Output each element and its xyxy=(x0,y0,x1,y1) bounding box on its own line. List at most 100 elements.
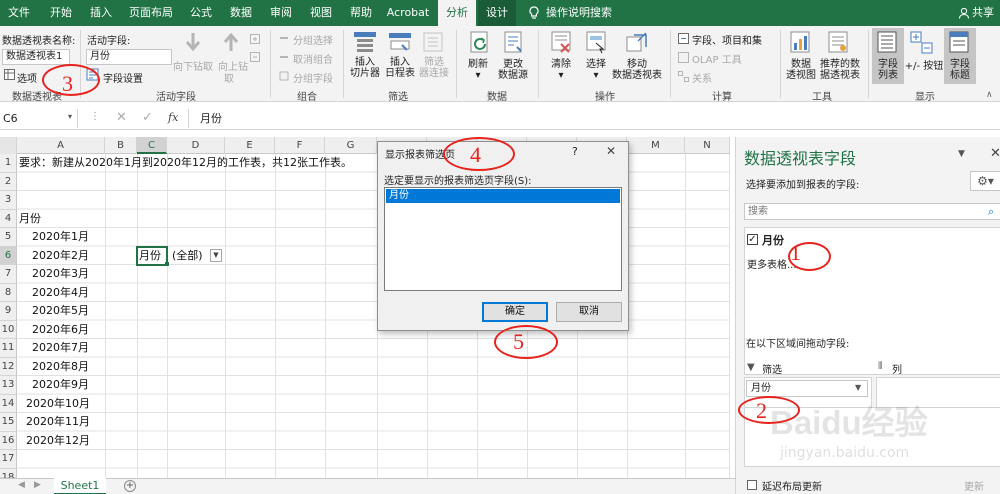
filter-field-chip[interactable]: 月份 xyxy=(746,380,868,397)
confirm-entry-icon[interactable]: ✓ xyxy=(142,110,153,125)
formula-input[interactable]: 月份 xyxy=(200,110,222,127)
tab-analyze[interactable]: 分析 xyxy=(438,0,476,27)
scroll-left-icon[interactable]: ◀ xyxy=(18,480,25,490)
filter-field-listbox[interactable]: 月份 xyxy=(384,187,622,291)
insert-slicer-button[interactable]: 插入 切片器 xyxy=(348,57,382,79)
share-button[interactable]: 共享 xyxy=(972,0,1000,26)
name-box-dropdown-icon[interactable]: ▾ xyxy=(68,112,72,121)
column-header-g[interactable]: G xyxy=(325,137,377,154)
cell-month[interactable]: 2020年6月 xyxy=(32,321,89,339)
tab-formulas[interactable]: 公式 xyxy=(184,0,218,26)
ok-button[interactable]: 确定 xyxy=(482,302,548,322)
olap-tools-button[interactable]: OLAP 工具 xyxy=(692,51,742,66)
fields-items-sets-button[interactable]: 字段、项目和集 xyxy=(692,32,762,47)
tab-home[interactable]: 开始 xyxy=(44,0,78,26)
tab-help[interactable]: 帮助 xyxy=(344,0,378,26)
move-pivot-button[interactable]: 移动 数据透视表 xyxy=(612,59,662,81)
tab-insert[interactable]: 插入 xyxy=(84,0,118,26)
cell-month[interactable]: 2020年7月 xyxy=(32,339,89,357)
cell-a1[interactable]: 要求：新建从2020年1月到2020年12月的工作表，共12张工作表。 xyxy=(19,154,352,172)
tab-file[interactable]: 文件 xyxy=(2,0,36,26)
tab-acrobat[interactable]: Acrobat xyxy=(384,0,432,26)
fill-handle[interactable] xyxy=(165,262,169,266)
row-header[interactable]: 9 xyxy=(0,302,17,321)
row-header[interactable]: 16 xyxy=(0,431,17,450)
tell-me-search[interactable]: 操作说明搜索 xyxy=(546,0,616,26)
field-settings-button[interactable]: 字段设置 xyxy=(103,70,143,85)
cell-c6[interactable]: 月份 xyxy=(139,247,161,265)
field-list-button[interactable]: 字段 列表 xyxy=(872,59,904,81)
column-header-m[interactable]: M xyxy=(627,137,685,154)
column-header-c[interactable]: C xyxy=(137,137,167,154)
relationships-button[interactable]: 关系 xyxy=(692,70,712,85)
row-header[interactable]: 10 xyxy=(0,320,17,339)
tab-data[interactable]: 数据 xyxy=(224,0,258,26)
row-header[interactable]: 15 xyxy=(0,413,17,432)
cell-month[interactable]: 2020年3月 xyxy=(32,265,89,283)
row-header[interactable]: 8 xyxy=(0,283,17,302)
tab-review[interactable]: 审阅 xyxy=(264,0,298,26)
close-icon[interactable]: ✕ xyxy=(606,144,616,158)
clear-button[interactable]: 清除 ▾ xyxy=(546,59,576,81)
refresh-button[interactable]: 刷新 ▾ xyxy=(463,59,493,81)
row-header[interactable]: 17 xyxy=(0,450,17,469)
listbox-item-month[interactable]: 月份 xyxy=(386,189,620,203)
filter-connections-button[interactable]: 筛选 器连接 xyxy=(418,57,450,79)
cancel-entry-icon[interactable]: ✕ xyxy=(116,110,127,125)
cell-a4[interactable]: 月份 xyxy=(19,210,41,228)
insert-timeline-button[interactable]: 插入 日程表 xyxy=(383,57,417,79)
row-header[interactable]: 4 xyxy=(0,209,17,228)
add-sheet-icon[interactable]: + xyxy=(124,480,136,492)
active-field-input[interactable]: 月份 xyxy=(86,49,172,65)
row-header[interactable]: 6 xyxy=(0,246,17,265)
row-header[interactable]: 2 xyxy=(0,172,17,191)
cell-month[interactable]: 2020年2月 xyxy=(32,247,89,265)
field-name-month[interactable]: 月份 xyxy=(762,232,784,248)
cell-month[interactable]: 2020年1月 xyxy=(32,228,89,246)
cell-month[interactable]: 2020年5月 xyxy=(32,302,89,320)
field-search-box[interactable] xyxy=(744,203,1000,220)
cell-month[interactable]: 2020年9月 xyxy=(32,376,89,394)
ungroup-button[interactable]: 取消组合 xyxy=(293,51,333,66)
group-field-button[interactable]: 分组字段 xyxy=(293,70,333,85)
column-header-b[interactable]: B xyxy=(105,137,137,154)
row-header[interactable]: 12 xyxy=(0,357,17,376)
pane-options-dropdown-icon[interactable]: ▼ xyxy=(958,149,965,159)
cell-month[interactable]: 2020年12月 xyxy=(26,432,90,450)
row-header[interactable]: 7 xyxy=(0,265,17,284)
filter-dropdown-icon[interactable]: ▼ xyxy=(210,249,222,262)
column-header-e[interactable]: E xyxy=(225,137,275,154)
pivot-chart-button[interactable]: 数据 透视图 xyxy=(784,59,818,81)
row-header[interactable]: 5 xyxy=(0,228,17,247)
select-button[interactable]: 选择 ▾ xyxy=(581,59,611,81)
column-header-n[interactable]: N xyxy=(685,137,730,154)
recommended-pivot-button[interactable]: 推荐的数 据透视表 xyxy=(820,59,860,81)
row-header[interactable]: 3 xyxy=(0,191,17,210)
field-checkbox-month[interactable]: ✓ xyxy=(747,234,758,245)
column-header-d[interactable]: D xyxy=(167,137,225,154)
pivot-name-input[interactable]: 数据透视表1 xyxy=(2,49,70,65)
chip-dropdown-icon[interactable]: ▼ xyxy=(855,383,861,392)
drill-down-button[interactable]: 向下钻取 xyxy=(173,58,213,73)
group-selection-button[interactable]: 分组选择 xyxy=(293,32,333,47)
cell-month[interactable]: 2020年4月 xyxy=(32,284,89,302)
plus-minus-buttons-button[interactable]: +/- 按钮 xyxy=(904,61,944,72)
cell-d6[interactable]: (全部) xyxy=(172,247,203,265)
close-icon[interactable]: ✕ xyxy=(990,146,1000,161)
column-header-f[interactable]: F xyxy=(275,137,325,154)
row-header[interactable]: 1 xyxy=(0,154,17,173)
name-box[interactable]: C6 xyxy=(0,109,78,128)
options-button[interactable]: 选项 xyxy=(17,70,37,85)
row-header[interactable]: 18 xyxy=(0,468,17,483)
collapse-ribbon-icon[interactable]: ∧ xyxy=(986,90,993,100)
field-search-input[interactable] xyxy=(745,204,975,219)
field-headers-button[interactable]: 字段 标题 xyxy=(944,59,976,81)
help-icon[interactable]: ? xyxy=(572,145,578,158)
tab-page-layout[interactable]: 页面布局 xyxy=(124,0,178,26)
cell-month[interactable]: 2020年10月 xyxy=(26,395,90,413)
defer-update-checkbox[interactable] xyxy=(747,480,757,490)
cancel-button[interactable]: 取消 xyxy=(556,302,622,322)
scroll-right-icon[interactable]: ▶ xyxy=(34,480,41,490)
tab-design[interactable]: 设计 xyxy=(478,0,516,26)
column-header-a[interactable]: A xyxy=(17,137,105,154)
